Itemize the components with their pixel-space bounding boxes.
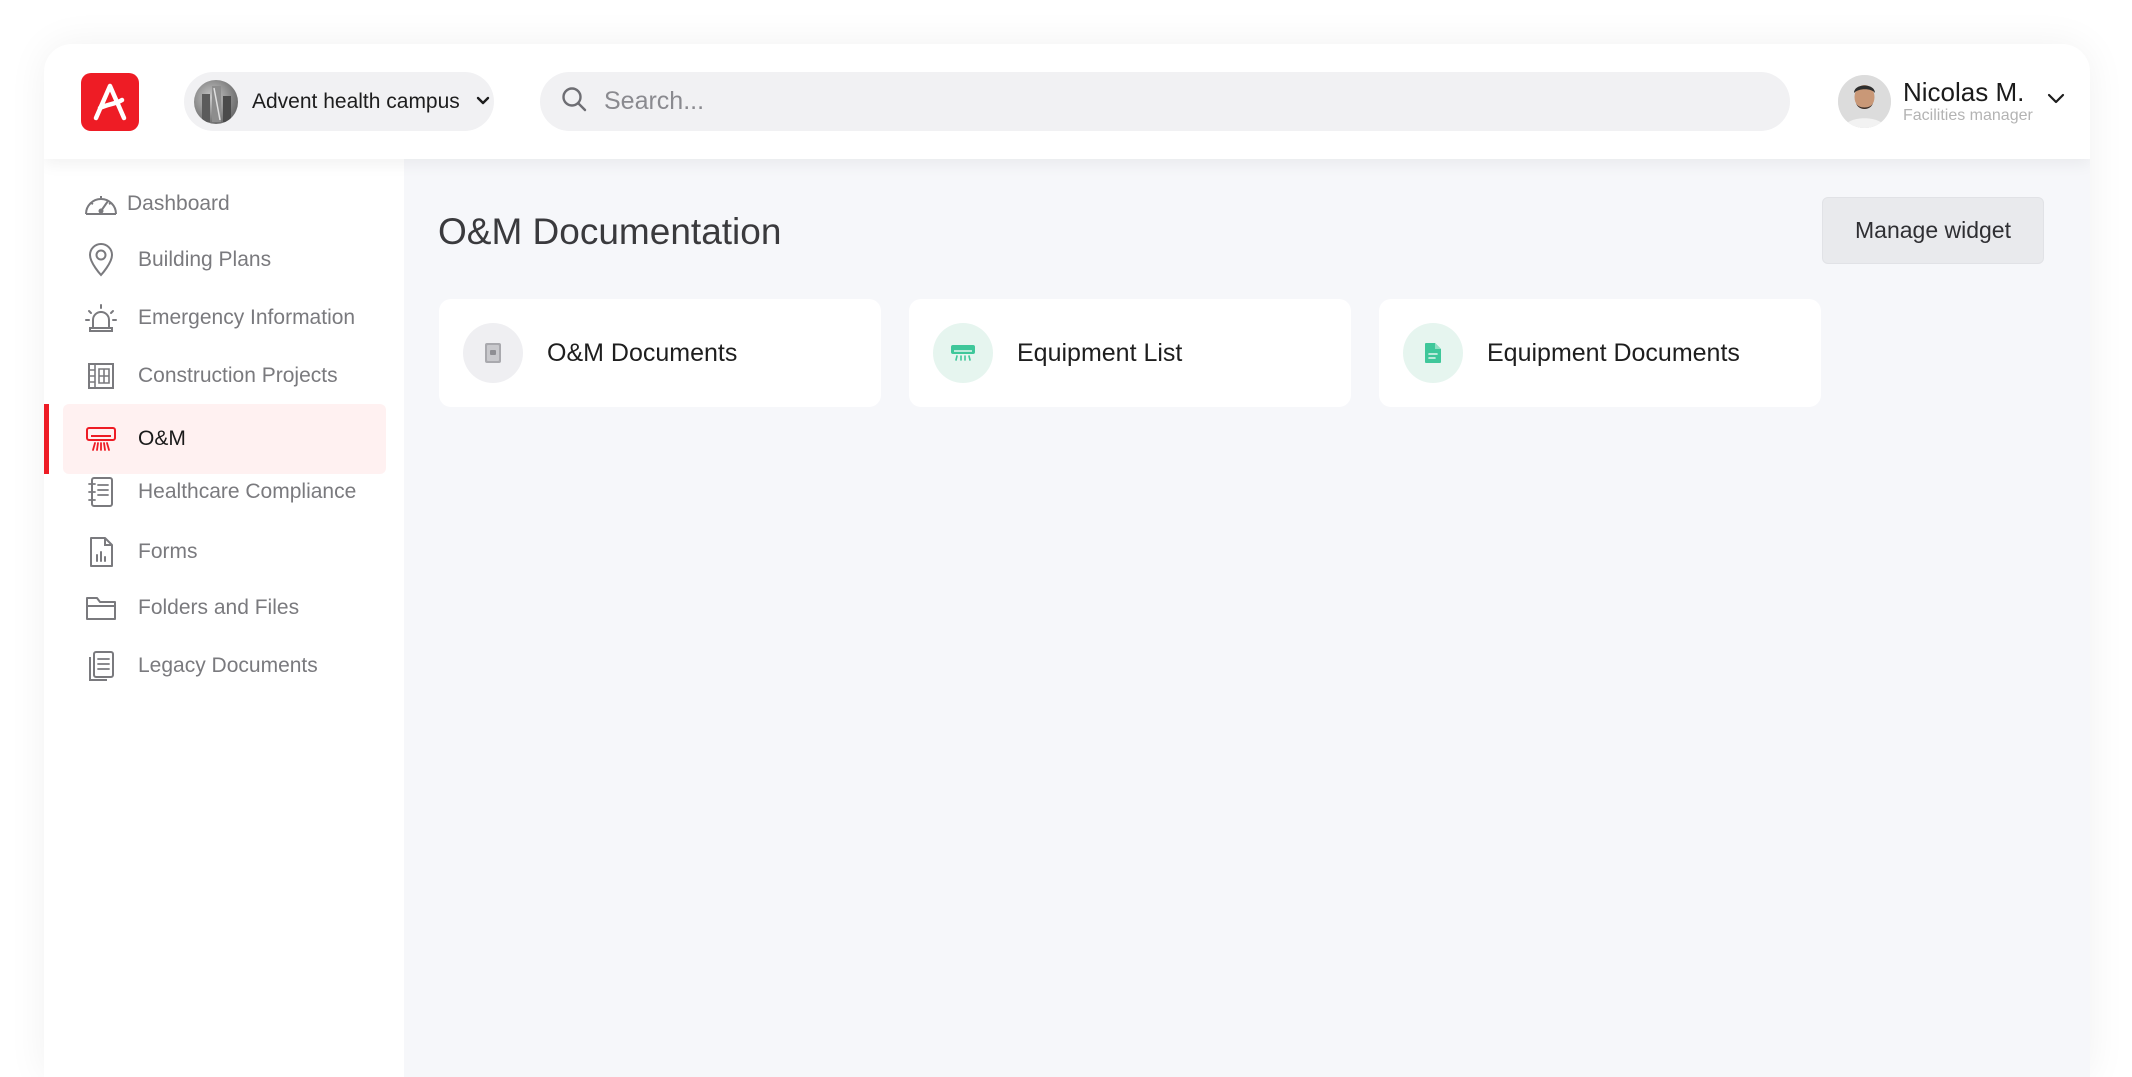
top-header: Advent health campus Ni [44, 44, 2090, 159]
file-icon [1403, 323, 1463, 383]
campus-label: Advent health campus [252, 89, 460, 113]
folder-icon [81, 594, 121, 622]
campus-selector[interactable]: Advent health campus [184, 72, 494, 131]
card-label: Equipment List [1017, 338, 1183, 367]
chevron-down-icon[interactable] [2047, 92, 2065, 110]
air-conditioner-icon [933, 323, 993, 383]
sidebar: Dashboard Building Plans Emergency Infor… [44, 159, 404, 1077]
campus-avatar [194, 79, 238, 124]
search-bar [540, 72, 1790, 131]
form-document-icon [81, 536, 121, 568]
user-name: Nicolas M. [1903, 76, 2025, 107]
sidebar-item-label: Dashboard [127, 192, 230, 215]
sidebar-item-label: Building Plans [138, 248, 272, 271]
sidebar-item-label: Folders and Files [138, 596, 300, 619]
sidebar-item-label: Forms [138, 540, 198, 563]
app-window: Advent health campus Ni [44, 44, 2090, 1077]
siren-icon [81, 303, 121, 333]
sidebar-item-label: Legacy Documents [138, 654, 318, 677]
app-logo[interactable] [81, 73, 139, 131]
sidebar-item-label: Emergency Information [138, 306, 356, 329]
card-equipment-documents[interactable]: Equipment Documents [1379, 299, 1821, 407]
card-label: Equipment Documents [1487, 338, 1740, 367]
avatar [1838, 75, 1891, 128]
map-pin-icon [81, 243, 121, 277]
main-content: O&M Documentation Manage widget O&M Docu… [404, 159, 2090, 1077]
sidebar-item-label: O&M [138, 427, 186, 450]
logo-icon [93, 83, 127, 121]
active-indicator [44, 404, 49, 474]
search-icon [560, 85, 588, 118]
documents-stack-icon [81, 650, 121, 682]
user-role: Facilities manager [1903, 106, 2033, 124]
card-equipment-list[interactable]: Equipment List [909, 299, 1351, 407]
chevron-down-icon [476, 93, 490, 111]
search-input[interactable] [604, 87, 1704, 116]
building-icon [81, 361, 121, 391]
notebook-icon [81, 476, 121, 508]
sidebar-item-label: Construction Projects [138, 364, 338, 387]
sidebar-item-legacy-documents[interactable]: Legacy Documents [63, 631, 386, 701]
page-title: O&M Documentation [438, 211, 782, 252]
dashboard-gauge-icon [81, 189, 121, 219]
manage-widget-button[interactable]: Manage widget [1822, 197, 2044, 264]
book-icon [463, 323, 523, 383]
card-om-documents[interactable]: O&M Documents [439, 299, 881, 407]
sidebar-item-construction-projects[interactable]: Construction Projects [63, 341, 386, 411]
card-label: O&M Documents [547, 338, 738, 367]
sidebar-item-label: Healthcare Compliance [138, 480, 357, 503]
user-menu[interactable]: Nicolas M. Facilities manager [1838, 72, 2065, 131]
air-conditioner-icon [81, 426, 121, 452]
